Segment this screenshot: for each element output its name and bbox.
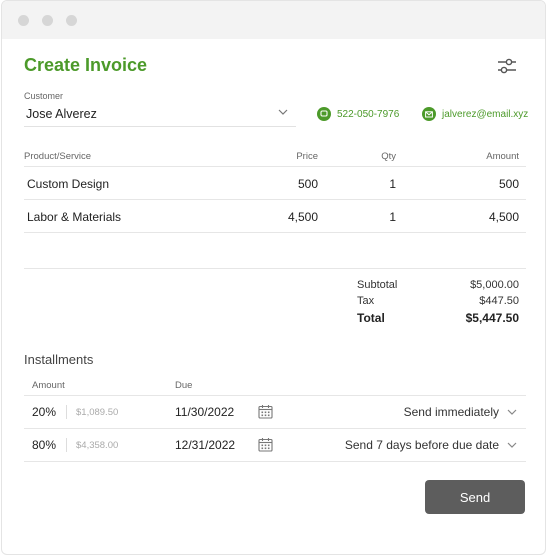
phone-chat-icon	[317, 107, 331, 121]
subtotal-label: Subtotal	[357, 279, 398, 291]
customer-select[interactable]: Jose Alverez	[24, 104, 296, 127]
total-value: $5,447.50	[465, 311, 519, 325]
installments-due-header: Due	[175, 380, 193, 391]
col-header-price: Price	[296, 151, 318, 162]
installments-amount-header: Amount	[32, 380, 65, 391]
installment-due-date[interactable]: 11/30/2022	[175, 405, 234, 419]
col-header-qty: Qty	[381, 151, 396, 162]
installments-title: Installments	[24, 352, 94, 367]
customer-value: Jose Alverez	[26, 107, 97, 121]
installment-amount: $4,358.00	[76, 440, 119, 451]
installments-divider	[24, 395, 526, 396]
item-amount: 4,500	[488, 210, 519, 224]
item-amount: 500	[498, 177, 519, 191]
total-label: Total	[357, 311, 385, 325]
table-divider	[24, 232, 526, 233]
customer-email-link[interactable]: jalverez@email.xyz	[422, 107, 528, 121]
chevron-down-icon	[278, 109, 288, 115]
chevron-down-icon	[507, 442, 517, 448]
item-qty: 1	[389, 210, 396, 224]
send-schedule-value: Send immediately	[403, 405, 499, 419]
installment-separator	[66, 438, 67, 452]
window-control-minimize[interactable]	[42, 15, 53, 26]
calendar-icon[interactable]	[258, 404, 273, 419]
installments-divider	[24, 461, 526, 462]
window-control-maximize[interactable]	[66, 15, 77, 26]
tax-value: $447.50	[479, 295, 519, 307]
invoice-window	[1, 0, 546, 555]
customer-email: jalverez@email.xyz	[442, 108, 529, 120]
send-schedule-select[interactable]: Send immediately	[404, 405, 517, 419]
summary-divider	[24, 268, 526, 269]
window-control-close[interactable]	[18, 15, 29, 26]
installments-divider	[24, 428, 526, 429]
window-titlebar	[2, 1, 545, 39]
sliders-icon[interactable]	[496, 56, 518, 76]
subtotal-value: $5,000.00	[470, 279, 519, 291]
table-divider	[24, 166, 526, 167]
send-schedule-value: Send 7 days before due date	[344, 438, 499, 452]
installment-percent[interactable]: 20%	[32, 405, 56, 419]
send-schedule-select[interactable]: Send 7 days before due date	[345, 438, 517, 452]
envelope-icon	[422, 107, 436, 121]
customer-phone-link[interactable]: 522-050-7976	[317, 107, 399, 121]
send-button[interactable]: Send	[425, 480, 525, 514]
page-title: Create Invoice	[24, 55, 148, 75]
item-qty: 1	[389, 177, 396, 191]
installment-percent[interactable]: 80%	[32, 438, 56, 452]
item-name: Custom Design	[27, 177, 110, 191]
table-divider	[24, 199, 526, 200]
item-price: 500	[297, 177, 318, 191]
col-header-product: Product/Service	[24, 151, 92, 162]
installment-amount: $1,089.50	[76, 407, 119, 418]
installment-due-date[interactable]: 12/31/2022	[175, 438, 235, 452]
customer-phone: 522-050-7976	[337, 108, 400, 120]
customer-label: Customer	[24, 91, 64, 101]
chevron-down-icon	[507, 409, 517, 415]
col-header-amount: Amount	[486, 151, 519, 162]
installment-separator	[66, 405, 67, 419]
calendar-icon[interactable]	[258, 437, 273, 452]
item-name: Labor & Materials	[27, 210, 122, 224]
item-price: 4,500	[287, 210, 318, 224]
tax-label: Tax	[357, 295, 375, 307]
